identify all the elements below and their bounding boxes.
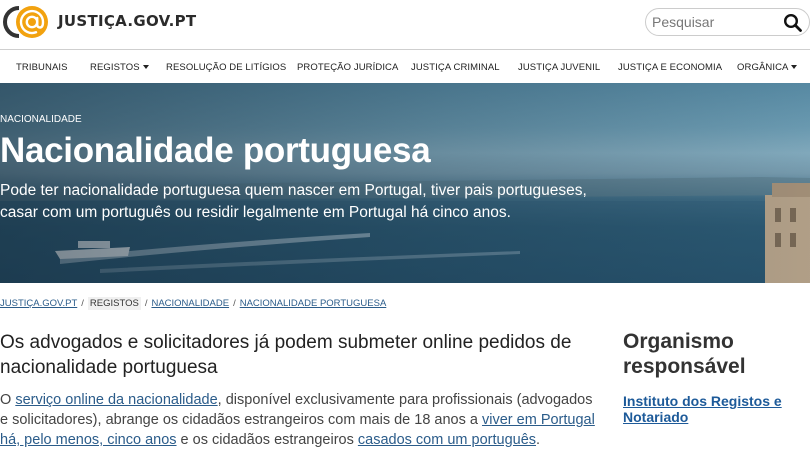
breadcrumb-link-current[interactable]: NACIONALIDADE PORTUGUESA bbox=[240, 298, 387, 309]
hero-category: NACIONALIDADE bbox=[0, 114, 82, 125]
search-input[interactable] bbox=[652, 12, 782, 32]
caret-down-icon bbox=[791, 65, 798, 70]
sidebar-link-irn[interactable]: Instituto dos Registos e Notariado bbox=[623, 393, 803, 425]
link-servico-online[interactable]: serviço online da nacionalidade bbox=[15, 392, 217, 408]
nav-item-justica-criminal[interactable]: JUSTIÇA CRIMINAL bbox=[411, 62, 500, 73]
sidebar-title: Organismo responsável bbox=[623, 330, 746, 378]
nav-item-justica-juvenil[interactable]: JUSTIÇA JUVENIL bbox=[518, 62, 600, 73]
article-heading: Os advogados e solicitadores já podem su… bbox=[0, 332, 572, 378]
breadcrumb: JUSTIÇA.GOV.PT / REGISTOS / NACIONALIDADE / NA… bbox=[0, 297, 387, 310]
breadcrumb-separator: / bbox=[81, 298, 84, 309]
nav-item-tribunais[interactable]: TRIBUNAIS bbox=[16, 62, 68, 73]
nav-item-protecao-juridica[interactable]: PROTEÇÃO JURÍDICA bbox=[297, 62, 398, 73]
article-paragraph: O serviço online da nacionalidade, dispo… bbox=[0, 392, 595, 448]
hero-banner: NACIONALIDADE Nacionalidade portuguesa P… bbox=[0, 83, 810, 283]
nav-item-organica[interactable]: ORGÂNICA bbox=[737, 62, 798, 73]
nav-item-justica-economia[interactable]: JUSTIÇA E ECONOMIA bbox=[618, 62, 722, 73]
breadcrumb-link-nacionalidade[interactable]: NACIONALIDADE bbox=[151, 298, 229, 309]
breadcrumb-separator: / bbox=[144, 298, 148, 309]
caret-down-icon bbox=[142, 65, 149, 70]
breadcrumb-link-home[interactable]: JUSTIÇA.GOV.PT bbox=[0, 298, 77, 309]
nav-item-registos[interactable]: REGISTOS bbox=[90, 62, 149, 73]
page-title: Nacionalidade portuguesa bbox=[0, 131, 431, 170]
link-casados-com-portugues[interactable]: casados com um português bbox=[358, 432, 536, 448]
search-icon[interactable] bbox=[783, 13, 803, 33]
search-box[interactable] bbox=[645, 8, 810, 36]
site-name[interactable]: JUSTIÇA.GOV.PT bbox=[58, 12, 196, 30]
hero-description: Pode ter nacionalidade portuguesa quem n… bbox=[0, 182, 587, 221]
breadcrumb-separator: / bbox=[233, 298, 236, 309]
nav-item-resolucao-litigios[interactable]: RESOLUÇÃO DE LITÍGIOS bbox=[166, 62, 286, 73]
site-header: JUSTIÇA.GOV.PT bbox=[0, 0, 810, 50]
breadcrumb-item-registos[interactable]: REGISTOS bbox=[87, 297, 141, 310]
main-nav: TRIBUNAIS REGISTOS RESOLUÇÃO DE LITÍGIOS… bbox=[0, 50, 810, 83]
at-sign-logo-icon[interactable] bbox=[0, 4, 52, 40]
